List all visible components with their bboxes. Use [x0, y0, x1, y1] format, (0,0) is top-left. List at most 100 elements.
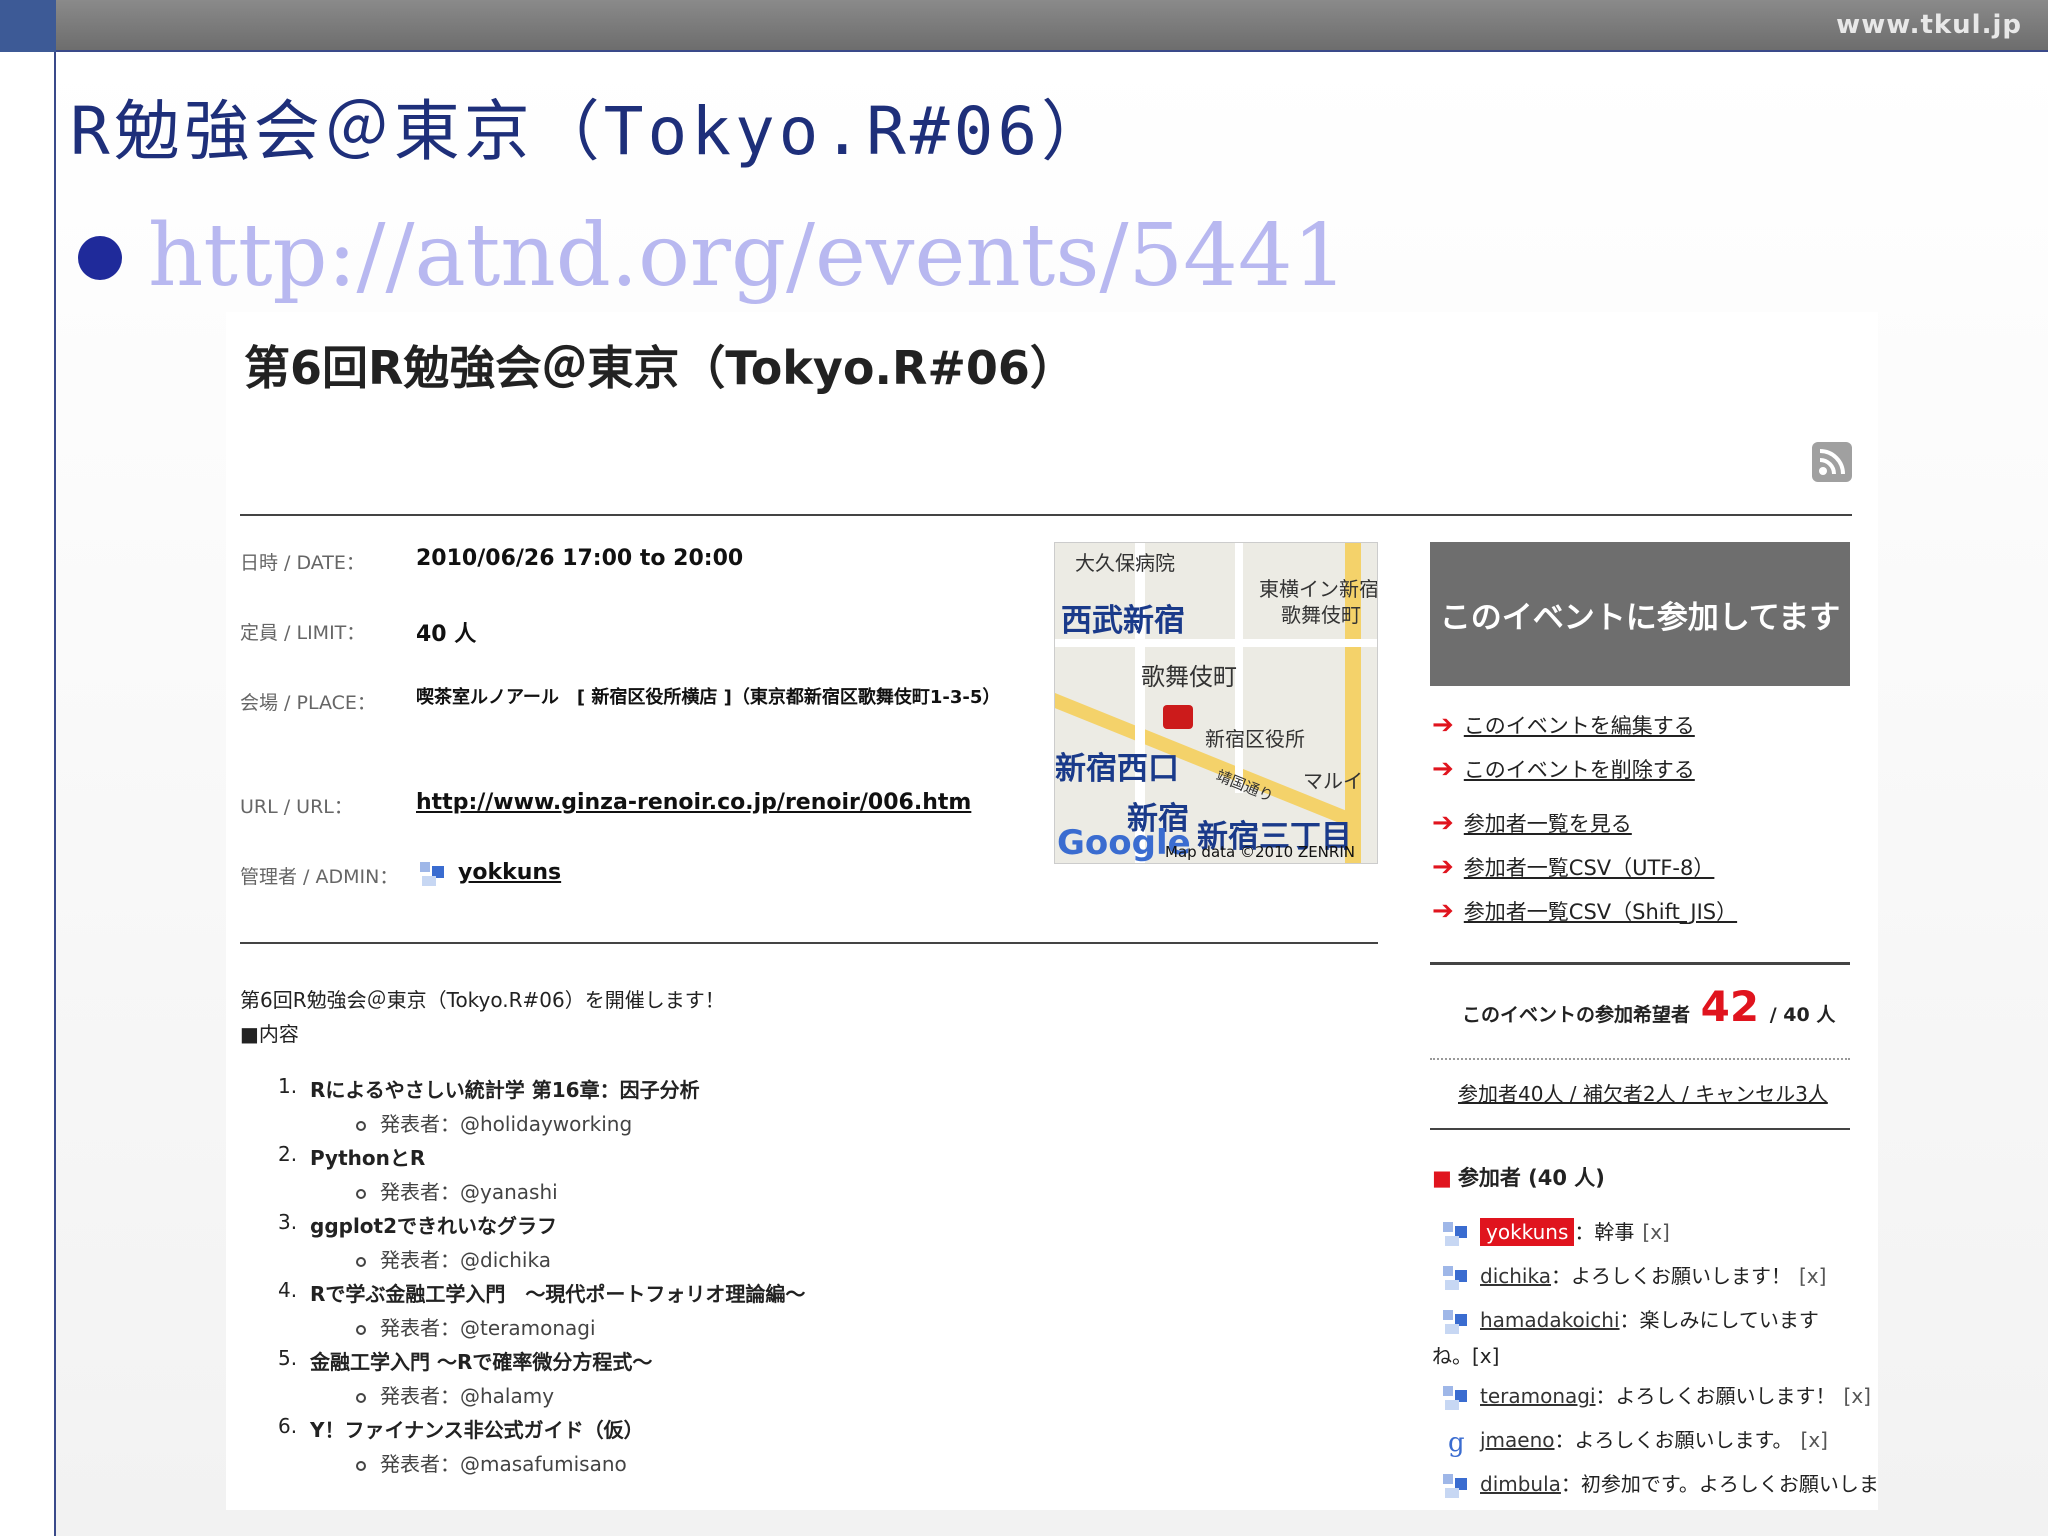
event-page-screenshot: 第6回R勉強会＠東京（Tokyo.R#06） 日時 / DATE： 2010/0… — [226, 312, 1878, 1510]
list-number: 5. — [278, 1346, 298, 1370]
view-participants-link[interactable]: ➔ 参加者一覧を見る — [1432, 808, 1632, 838]
participant-row: teramonagi：よろしくお願いします！ [x] — [1440, 1380, 1871, 1413]
user-avatar-icon — [1443, 1385, 1467, 1410]
event-title: 第6回R勉強会＠東京（Tokyo.R#06） — [244, 341, 1076, 395]
circle-bullet-icon — [356, 1324, 366, 1335]
arrow-right-icon: ➔ — [1432, 710, 1454, 740]
limit-label: 定員 / LIMIT： — [240, 622, 366, 644]
circle-bullet-icon — [356, 1188, 366, 1199]
venue-map[interactable]: 大久保病院 東横イン新宿 歌舞伎町 西武新宿 歌舞伎町 新宿区役所 新宿西口 靖… — [1054, 542, 1378, 864]
participant-name[interactable]: dichika — [1480, 1264, 1551, 1288]
venue-pin-icon — [1163, 705, 1193, 729]
user-avatar-icon — [1443, 1309, 1467, 1334]
description-section: ■内容 — [240, 1022, 299, 1046]
delete-event-link[interactable]: ➔ このイベントを削除する — [1432, 754, 1695, 784]
presenter: 発表者：@yanashi — [356, 1176, 558, 1205]
map-label: マルイ — [1303, 769, 1363, 793]
applicants-count: このイベントの参加希望者 42 / 40 人 — [1462, 982, 1836, 1031]
remove-link[interactable]: [x] — [1642, 1220, 1669, 1244]
circle-bullet-icon — [356, 1460, 366, 1471]
arrow-right-icon: ➔ — [1432, 852, 1454, 882]
participant-row: hamadakoichi：楽しみにしています — [1440, 1304, 1827, 1337]
map-label: 新宿区役所 — [1205, 727, 1305, 751]
user-avatar-icon — [1443, 1265, 1467, 1290]
description-intro: 第6回R勉強会＠東京（Tokyo.R#06）を開催します！ — [240, 988, 725, 1012]
circle-bullet-icon — [356, 1256, 366, 1267]
header-divider — [240, 514, 1852, 516]
dotted-divider — [1430, 1058, 1850, 1060]
remove-link[interactable]: [x] — [1799, 1264, 1826, 1288]
list-item: ggplot2できれいなグラフ — [310, 1214, 558, 1238]
presenter: 発表者：@masafumisano — [356, 1448, 627, 1477]
presenter: 発表者：@teramonagi — [356, 1312, 596, 1341]
map-label: 歌舞伎町 — [1141, 663, 1237, 691]
arrow-right-icon: ➔ — [1432, 896, 1454, 926]
slide-title: R勉強会＠東京（Tokyo.R#06） — [70, 93, 1112, 170]
sub-counts-link[interactable]: 参加者40人 / 補欠者2人 / キャンセル3人 — [1458, 1078, 1828, 1107]
list-number: 1. — [278, 1074, 298, 1098]
url-label: URL / URL： — [240, 796, 353, 818]
svg-text:g: g — [1448, 1428, 1465, 1457]
user-avatar-icon — [1443, 1221, 1467, 1246]
circle-bullet-icon — [356, 1120, 366, 1131]
arrow-right-icon: ➔ — [1432, 808, 1454, 838]
remove-link[interactable]: [x] — [1844, 1384, 1871, 1408]
list-item: Rで学ぶ金融工学入門 ～現代ポートフォリオ理論編～ — [310, 1282, 806, 1306]
admin-avatar-icon — [420, 862, 444, 886]
csv-utf8-link[interactable]: ➔ 参加者一覧CSV（UTF-8） — [1432, 852, 1714, 882]
participant-row: yokkuns ：幹事 [x] — [1440, 1216, 1670, 1249]
list-item: Rによるやさしい統計学 第16章：因子分析 — [310, 1078, 700, 1102]
slide-top-bar: www.tkul.jp — [0, 0, 2048, 52]
list-number: 3. — [278, 1210, 298, 1234]
slide-left-rule — [54, 52, 56, 1536]
list-number: 4. — [278, 1278, 298, 1302]
join-status-button[interactable]: このイベントに参加してます — [1430, 542, 1850, 686]
map-credit: Map data ©2010 ZENRIN — [1165, 843, 1355, 861]
presenter: 発表者：@holidayworking — [356, 1108, 632, 1137]
csv-sjis-link[interactable]: ➔ 参加者一覧CSV（Shift_JIS） — [1432, 896, 1737, 926]
participant-message-wrap: ね。[x] — [1432, 1344, 1500, 1368]
participant-row: dimbula：初参加です。よろしくお願いしま — [1440, 1468, 1878, 1501]
map-label: 西武新宿 — [1061, 603, 1185, 639]
participant-row: dichika：よろしくお願いします！ [x] — [1440, 1260, 1826, 1293]
list-number: 6. — [278, 1414, 298, 1438]
place-value: 喫茶室ルノアール [ 新宿区役所横店 ]（東京都新宿区歌舞伎町1-3-5） — [416, 687, 1001, 708]
presenter: 発表者：@halamy — [356, 1380, 554, 1409]
participant-name[interactable]: dimbula — [1480, 1472, 1561, 1496]
map-label: 歌舞伎町 — [1281, 603, 1361, 627]
google-avatar-icon: g — [1448, 1428, 1465, 1457]
event-link[interactable]: http://atnd.org/events/5441 — [148, 206, 1347, 306]
sidebar-divider — [1430, 962, 1850, 965]
presenter: 発表者：@dichika — [356, 1244, 551, 1273]
rss-icon[interactable] — [1812, 442, 1852, 482]
participant-row: g jmaeno：よろしくお願いします。 [x] — [1440, 1424, 1828, 1457]
place-label: 会場 / PLACE： — [240, 692, 376, 714]
user-avatar-icon — [1443, 1473, 1467, 1498]
arrow-right-icon: ➔ — [1432, 754, 1454, 784]
list-item: Y！ファイナンス非公式ガイド（仮） — [310, 1418, 644, 1442]
participant-name[interactable]: jmaeno — [1480, 1428, 1555, 1452]
site-url: www.tkul.jp — [1836, 10, 2022, 40]
map-label: 新宿西口 — [1055, 751, 1179, 787]
list-number: 2. — [278, 1142, 298, 1166]
bullet-icon — [78, 236, 122, 280]
participant-name[interactable]: yokkuns — [1480, 1218, 1575, 1246]
slide-corner-block — [0, 0, 56, 52]
circle-bullet-icon — [356, 1392, 366, 1403]
date-label: 日時 / DATE： — [240, 552, 365, 574]
sidebar-divider — [1430, 1128, 1850, 1130]
participant-name[interactable]: teramonagi — [1480, 1384, 1596, 1408]
remove-link[interactable]: [x] — [1801, 1428, 1828, 1452]
participant-name[interactable]: hamadakoichi — [1480, 1308, 1620, 1332]
admin-link[interactable]: yokkuns — [458, 860, 561, 885]
map-label: 大久保病院 — [1075, 551, 1175, 575]
list-item: 金融工学入門 ～Rで確率微分方程式～ — [310, 1350, 653, 1374]
edit-event-link[interactable]: ➔ このイベントを編集する — [1432, 710, 1695, 740]
limit-value: 40 人 — [416, 622, 477, 647]
participants-heading: ■ 参加者 (40 人) — [1432, 1166, 1605, 1190]
place-url-link[interactable]: http://www.ginza-renoir.co.jp/renoir/006… — [416, 790, 971, 815]
map-label: 東横イン新宿 — [1259, 577, 1378, 601]
list-item: PythonとR — [310, 1146, 426, 1170]
admin-label: 管理者 / ADMIN： — [240, 866, 399, 888]
info-divider — [240, 942, 1378, 944]
